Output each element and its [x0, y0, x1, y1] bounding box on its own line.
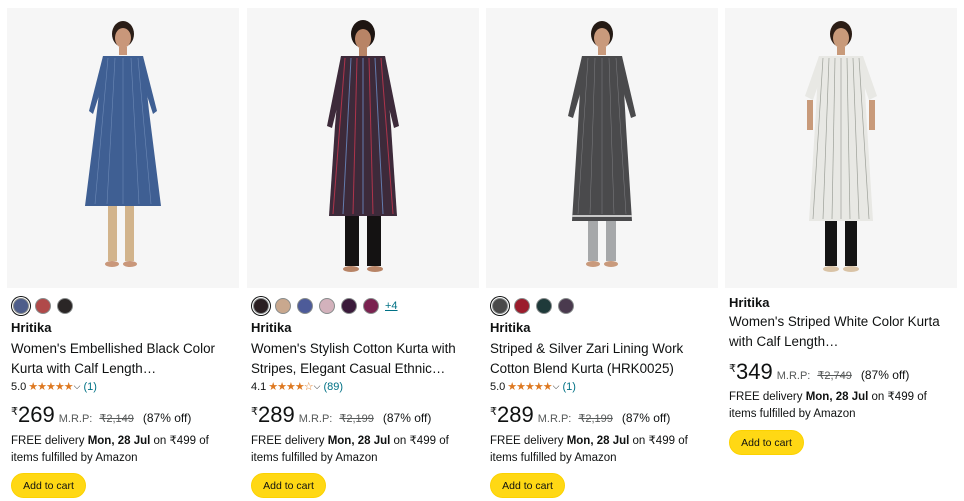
star-rating-icon[interactable]: ★★★★★ [507, 380, 552, 393]
product-title-text[interactable]: Women's Stylish Cotton Kurta with Stripe… [251, 339, 475, 378]
delivery-date: Mon, 28 Jul [805, 391, 869, 403]
brand-name: Hritika [729, 295, 770, 310]
discount-text: (87% off) [621, 411, 671, 425]
color-swatches: +4 [253, 297, 398, 315]
delivery-date: Mon, 28 Jul [566, 435, 630, 447]
kurta-model-figure [568, 21, 636, 267]
color-swatches [492, 297, 574, 315]
currency-symbol: ₹ [11, 406, 18, 418]
chevron-down-icon[interactable]: ⌵ [553, 381, 560, 392]
chevron-down-icon[interactable]: ⌵ [314, 381, 321, 392]
delivery-prefix: FREE delivery [251, 435, 328, 447]
color-swatch[interactable] [275, 298, 291, 314]
rating-value: 5.0 [11, 380, 27, 393]
price-amount[interactable]: 289 [258, 404, 295, 426]
color-swatch[interactable] [363, 298, 379, 314]
price-amount[interactable]: 349 [736, 361, 773, 383]
delivery-info: FREE delivery Mon, 28 Jul on ₹499 of ite… [729, 389, 957, 423]
review-count-link[interactable]: (1) [83, 381, 96, 393]
delivery-info: FREE delivery Mon, 28 Jul on ₹499 of ite… [11, 433, 239, 467]
kurta-model-figure [327, 20, 399, 272]
price-amount[interactable]: 289 [497, 404, 534, 426]
mrp-label: M.R.P: [776, 370, 811, 382]
kurta-model-figure [85, 21, 161, 267]
color-swatch[interactable] [57, 298, 73, 314]
rating-row: 5.0 ★★★★★ ⌵ (1) [11, 380, 97, 394]
price-row: ₹ 289 M.R.P: ₹2,199 (87% off) [251, 404, 431, 426]
product-image[interactable] [7, 8, 239, 288]
product-title[interactable]: Women's Stylish Cotton Kurta with Stripe… [251, 339, 475, 378]
star-rating-icon[interactable]: ★★★★☆ [268, 380, 313, 393]
delivery-prefix: FREE delivery [490, 435, 567, 447]
color-swatch[interactable] [13, 298, 29, 314]
mrp-label: M.R.P: [58, 413, 93, 425]
product-title-text[interactable]: Striped & Silver Zari Lining Work Cotton… [490, 339, 714, 378]
color-swatch[interactable] [35, 298, 51, 314]
product-title-text[interactable]: Women's Embellished Black Color Kurta wi… [11, 339, 235, 378]
color-swatch[interactable] [253, 298, 269, 314]
mrp-label: M.R.P: [298, 413, 333, 425]
delivery-info: FREE delivery Mon, 28 Jul on ₹499 of ite… [251, 433, 479, 467]
kurta-model-figure [805, 21, 877, 272]
product-card: Hritika Women's Embellished Black Color … [7, 8, 239, 501]
delivery-date: Mon, 28 Jul [327, 435, 391, 447]
product-image[interactable] [486, 8, 718, 288]
product-title-text[interactable]: Women's Striped White Color Kurta with C… [729, 312, 953, 351]
delivery-info: FREE delivery Mon, 28 Jul on ₹499 of ite… [490, 433, 718, 467]
product-card: +4 Hritika Women's Stylish Cotton Kurta … [247, 8, 479, 501]
color-swatches [13, 297, 73, 315]
rating-value: 4.1 [251, 380, 267, 393]
product-card: Hritika Women's Striped White Color Kurt… [725, 8, 957, 501]
add-to-cart-button[interactable]: Add to cart [490, 473, 565, 498]
add-to-cart-button[interactable]: Add to cart [11, 473, 86, 498]
delivery-prefix: FREE delivery [11, 435, 88, 447]
brand-name: Hritika [11, 320, 52, 335]
color-swatch[interactable] [341, 298, 357, 314]
currency-symbol: ₹ [729, 363, 736, 375]
product-title[interactable]: Women's Striped White Color Kurta with C… [729, 312, 953, 351]
price-amount[interactable]: 269 [18, 404, 55, 426]
discount-text: (87% off) [860, 368, 910, 382]
delivery-prefix: FREE delivery [729, 391, 806, 403]
product-title[interactable]: Women's Embellished Black Color Kurta wi… [11, 339, 235, 378]
color-swatch[interactable] [558, 298, 574, 314]
add-to-cart-button[interactable]: Add to cart [251, 473, 326, 498]
color-swatch[interactable] [297, 298, 313, 314]
color-swatch[interactable] [536, 298, 552, 314]
color-swatch[interactable] [514, 298, 530, 314]
color-swatch[interactable] [319, 298, 335, 314]
delivery-date: Mon, 28 Jul [87, 435, 151, 447]
currency-symbol: ₹ [490, 406, 497, 418]
more-colors-link[interactable]: +4 [385, 300, 398, 312]
product-title[interactable]: Striped & Silver Zari Lining Work Cotton… [490, 339, 714, 378]
brand-name: Hritika [251, 320, 292, 335]
mrp-label: M.R.P: [537, 413, 572, 425]
price-row: ₹ 269 M.R.P: ₹2,149 (87% off) [11, 404, 191, 426]
rating-value: 5.0 [490, 380, 506, 393]
product-card: Hritika Striped & Silver Zari Lining Wor… [486, 8, 718, 501]
price-row: ₹ 289 M.R.P: ₹2,199 (87% off) [490, 404, 670, 426]
cropped-top-text [0, 0, 964, 4]
discount-text: (87% off) [142, 411, 192, 425]
add-to-cart-button[interactable]: Add to cart [729, 430, 804, 455]
star-rating-icon[interactable]: ★★★★★ [28, 380, 73, 393]
brand-name: Hritika [490, 320, 531, 335]
rating-row: 5.0 ★★★★★ ⌵ (1) [490, 380, 576, 394]
product-image[interactable] [725, 8, 957, 288]
price-row: ₹ 349 M.R.P: ₹2,749 (87% off) [729, 361, 909, 383]
mrp-value: ₹2,749 [817, 370, 852, 382]
review-count-link[interactable]: (89) [323, 381, 343, 393]
currency-symbol: ₹ [251, 406, 258, 418]
discount-text: (87% off) [382, 411, 432, 425]
mrp-value: ₹2,199 [339, 413, 374, 425]
review-count-link[interactable]: (1) [562, 381, 575, 393]
rating-row: 4.1 ★★★★☆ ⌵ (89) [251, 380, 343, 394]
mrp-value: ₹2,149 [99, 413, 134, 425]
product-image[interactable] [247, 8, 479, 288]
mrp-value: ₹2,199 [578, 413, 613, 425]
color-swatch[interactable] [492, 298, 508, 314]
chevron-down-icon[interactable]: ⌵ [74, 381, 81, 392]
